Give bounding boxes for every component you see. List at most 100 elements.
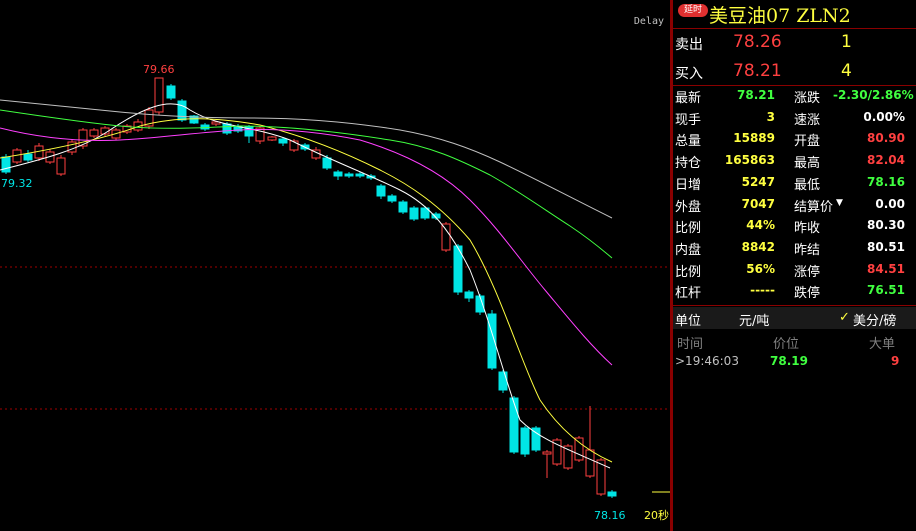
tick-header-price: 价位	[773, 337, 800, 352]
tick-header-time: 时间	[677, 337, 704, 352]
chevron-down-icon[interactable]: ▼	[836, 198, 843, 208]
stat-value: 56%	[746, 261, 775, 276]
stat-label: 比例	[675, 221, 702, 237]
stat-value: 165863	[724, 153, 775, 168]
kline-chart[interactable]: Delay 79.66 79.32 78.16 20秒	[0, 0, 670, 531]
candle-body	[1, 156, 11, 173]
buy-row[interactable]: 买入 78.21 4	[673, 57, 916, 85]
delay-label: Delay	[633, 16, 664, 27]
stat-label: 开盘	[794, 134, 821, 150]
stat-value: 76.51	[867, 283, 905, 298]
stat-value: 78.16	[867, 174, 905, 189]
stat-label: 结算价	[794, 199, 834, 215]
candle-body	[355, 173, 365, 177]
candle-body	[498, 371, 508, 391]
stat-value: -2.30/2.86%	[833, 88, 914, 102]
interval-label[interactable]: 20秒	[644, 507, 669, 523]
candle-body	[387, 195, 397, 202]
tick-time: >19:46:03	[675, 354, 739, 368]
stat-value: -----	[750, 283, 775, 298]
buy-price: 78.21	[733, 61, 782, 81]
stat-label: 昨收	[794, 221, 821, 237]
tick-row[interactable]: >19:46:03 78.19 9	[673, 352, 916, 372]
buy-label: 买入	[675, 66, 703, 82]
sell-price: 78.26	[733, 32, 782, 52]
stat-value: 82.04	[867, 153, 905, 168]
delay-badge: 延时	[678, 4, 708, 17]
stat-value: 44%	[746, 218, 775, 233]
candle-body	[56, 157, 66, 175]
tick-header-size: 大单	[869, 337, 896, 352]
stat-value: 80.30	[867, 218, 905, 233]
stat-label: 比例	[675, 264, 702, 280]
moving-average-line	[0, 127, 613, 366]
candle-body	[166, 85, 176, 99]
stat-value: 0.00	[875, 196, 905, 211]
candle-body	[278, 138, 288, 144]
tick-price: 78.19	[770, 354, 808, 368]
sell-volume: 1	[841, 32, 852, 52]
instrument-title: 美豆油07 ZLN2	[709, 5, 851, 27]
stat-label: 外盘	[675, 199, 702, 215]
check-icon[interactable]: ✓	[839, 310, 850, 325]
quote-panel: 延时 美豆油07 ZLN2 卖出 78.26 1 买入 78.21 4 最新 78…	[673, 0, 916, 531]
low-price-label: 78.16	[594, 509, 626, 522]
unit-value: 元/吨	[739, 314, 770, 329]
buy-volume: 4	[841, 61, 852, 81]
candle-body	[542, 451, 552, 455]
stat-label: 最新	[675, 91, 702, 106]
stat-label: 最低	[794, 177, 821, 193]
stat-label: 最高	[794, 156, 821, 172]
candle-body	[398, 201, 408, 213]
candle-body	[520, 427, 530, 455]
tick-header: 时间 价位 大单	[673, 331, 916, 352]
candle-body	[322, 157, 332, 169]
unit-option-toggle[interactable]: 美分/磅	[853, 310, 896, 329]
candle-body	[344, 173, 354, 177]
candle-body	[222, 123, 232, 134]
stat-value: 84.51	[867, 261, 905, 276]
divider	[673, 85, 916, 86]
stat-value: 0.00%	[863, 109, 905, 124]
stat-value: 5247	[741, 174, 775, 189]
candle-body	[267, 136, 277, 141]
stat-label: 日增	[675, 177, 702, 193]
kline-svg[interactable]	[0, 0, 670, 531]
unit-label: 单位	[675, 314, 702, 329]
stat-value: 7047	[741, 196, 775, 211]
stat-label: 杠杆	[675, 286, 702, 302]
stat-label: 速涨	[794, 112, 821, 128]
stat-label: 跌停	[794, 286, 821, 302]
stat-label: 涨停	[794, 264, 821, 280]
sell-row[interactable]: 卖出 78.26 1	[673, 29, 916, 57]
sell-label: 卖出	[675, 37, 703, 53]
candle-body	[574, 437, 584, 461]
stat-label: 现手	[675, 112, 702, 128]
stat-value: 3	[766, 109, 775, 124]
moving-average-line	[0, 99, 613, 219]
stat-value: 80.90	[867, 131, 905, 146]
stat-label: 总量	[675, 134, 702, 150]
unit-row: 单位 元/吨 ✓ 美分/磅	[673, 307, 916, 329]
candle-body	[89, 129, 99, 137]
candle-body	[23, 153, 33, 161]
stat-label: 内盘	[675, 242, 702, 258]
stat-value: 15889	[733, 131, 775, 146]
candle-body	[464, 291, 474, 299]
candle-body	[333, 171, 343, 177]
candle-body	[154, 77, 164, 113]
candle-body	[585, 449, 595, 477]
divider	[673, 305, 916, 306]
moving-average-line	[0, 118, 613, 463]
candle-body	[441, 223, 451, 251]
candle-body	[607, 491, 617, 497]
stat-label: 昨结	[794, 242, 821, 258]
candle-body	[376, 185, 386, 197]
stat-label: 持仓	[675, 156, 702, 172]
stat-value: 78.21	[737, 88, 775, 102]
high-price-label: 79.66	[143, 63, 175, 76]
stat-value: 80.51	[867, 239, 905, 254]
title-bar: 延时 美豆油07 ZLN2	[673, 0, 916, 28]
tick-size: 9	[891, 354, 900, 368]
candle-body	[177, 100, 187, 121]
